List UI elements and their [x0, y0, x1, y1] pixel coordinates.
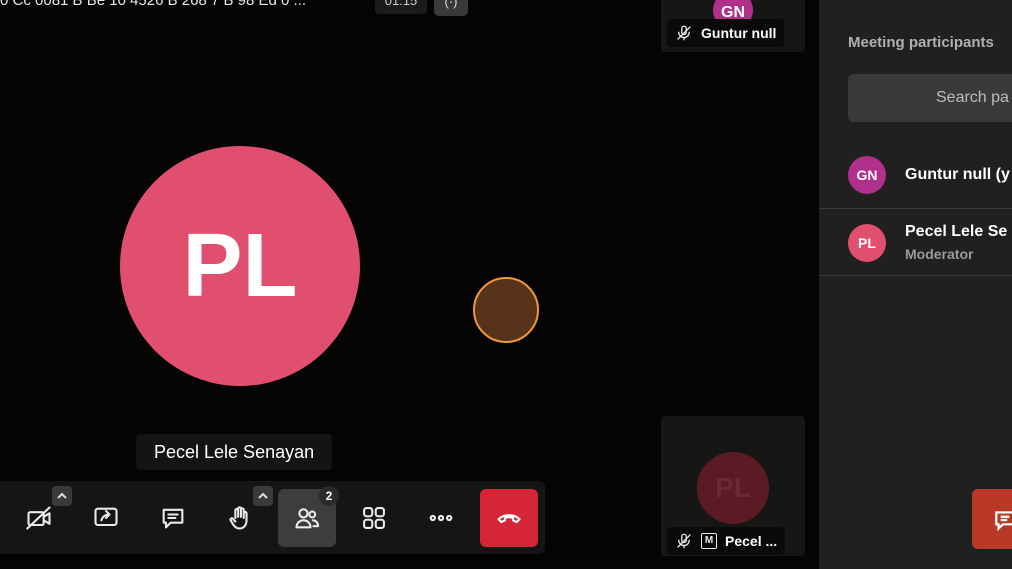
- mic-muted-icon: [677, 533, 691, 549]
- panel-title: Meeting participants: [848, 34, 994, 51]
- active-speaker-name: Pecel Lele Senayan: [136, 434, 333, 470]
- more-actions-button[interactable]: [412, 489, 470, 547]
- participants-count-badge: 2: [319, 486, 339, 506]
- chat-icon: [995, 511, 1012, 532]
- thumbnail-label: M Pecel ...: [667, 527, 786, 555]
- filmstrip-thumbnail-guntur[interactable]: GN Guntur null: [661, 0, 805, 52]
- filmstrip-thumbnail-pecel[interactable]: PL M Pecel ...: [661, 416, 805, 556]
- participants-icon: [295, 508, 320, 529]
- participant-role: Moderator: [905, 246, 974, 262]
- chevron-up-icon: [57, 492, 67, 499]
- thumbnail-initials: PL: [715, 472, 751, 503]
- more-icon: [429, 514, 453, 522]
- participants-panel: Meeting participants Search pa GN Guntur…: [819, 0, 1012, 569]
- reactions-options-caret[interactable]: [253, 486, 273, 506]
- meeting-title: 0 Cc 0081 B Be 10 4526 B 268 7 B 98 Ed 0…: [0, 0, 307, 9]
- meeting-toolbar: 2: [0, 481, 545, 554]
- camera-options-caret[interactable]: [52, 486, 72, 506]
- chat-button[interactable]: [144, 489, 202, 547]
- participant-initials: GN: [856, 167, 878, 183]
- participant-initials: PL: [858, 235, 876, 251]
- hangup-button[interactable]: [480, 489, 538, 547]
- open-chat-button[interactable]: [972, 489, 1012, 549]
- participant-name: Pecel Lele Se: [905, 223, 1008, 240]
- tile-view-button[interactable]: [345, 489, 403, 547]
- thumbnail-name: Pecel ...: [725, 533, 778, 549]
- video-off-icon: [26, 506, 51, 530]
- chevron-up-icon: [258, 492, 268, 499]
- meeting-timer: 01:15: [375, 0, 427, 14]
- grid-icon: [363, 507, 385, 529]
- active-speaker-initials: PL: [182, 215, 298, 316]
- participant-list-item[interactable]: PL Pecel Lele Se Moderator: [819, 209, 1012, 276]
- participant-avatar: PL: [848, 224, 886, 262]
- mic-muted-icon: [677, 25, 691, 41]
- cursor-highlight: [473, 277, 539, 343]
- participant-name: Guntur null (y: [905, 166, 1010, 183]
- participant-avatar: GN: [848, 156, 886, 194]
- thumbnail-label: Guntur null: [667, 19, 785, 47]
- share-screen-button[interactable]: [77, 489, 135, 547]
- thumbnail-avatar: PL: [697, 452, 769, 524]
- participant-list-item[interactable]: GN Guntur null (y: [819, 142, 1012, 209]
- moderator-badge-icon: M: [701, 533, 717, 549]
- thumbnail-name: Guntur null: [701, 25, 777, 41]
- hand-icon: [229, 506, 248, 530]
- connection-indicator-button[interactable]: (·): [434, 0, 468, 16]
- hangup-icon: [497, 514, 521, 524]
- screen-share-icon: [94, 507, 118, 527]
- chat-icon: [162, 508, 184, 529]
- active-speaker-avatar: PL: [120, 146, 360, 386]
- participant-search-input[interactable]: Search pa: [848, 74, 1012, 122]
